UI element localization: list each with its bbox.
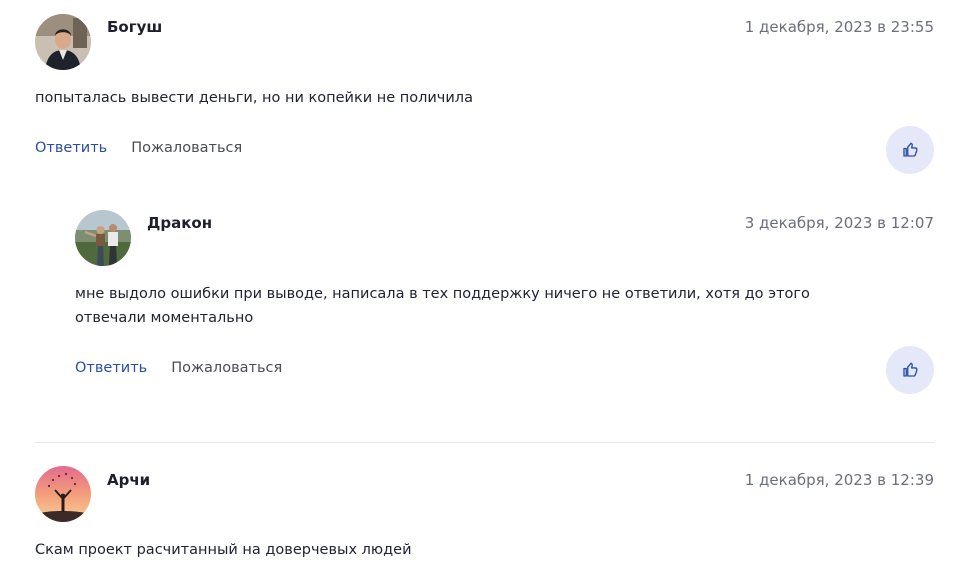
- thumbs-up-icon: [903, 142, 918, 157]
- comment-text: Скам проект расчитанный на доверчевых лю…: [35, 542, 412, 558]
- reply-button[interactable]: Ответить: [75, 360, 147, 376]
- report-button[interactable]: Пожаловаться: [171, 360, 282, 376]
- comment-actions: Ответить Пожаловаться: [35, 140, 242, 156]
- comment-divider: [35, 442, 935, 443]
- like-button[interactable]: [886, 126, 934, 174]
- comment-3: Арчи 1 декабря, 2023 в 12:39 Скам проект…: [0, 460, 965, 559]
- comment-author: Богуш: [107, 18, 163, 36]
- comment-date: 3 декабря, 2023 в 12:07: [744, 214, 934, 232]
- comment-text: мне выдоло ошибки при выводе, написала в…: [75, 286, 810, 326]
- comment-date: 1 декабря, 2023 в 23:55: [744, 18, 934, 36]
- thumbs-up-icon: [903, 362, 918, 377]
- comment-1: Богуш 1 декабря, 2023 в 23:55 попыталась…: [0, 0, 965, 200]
- comment-text: попыталась вывести деньги, но ни копейки…: [35, 90, 473, 106]
- avatar[interactable]: [75, 210, 131, 266]
- reply-button[interactable]: Ответить: [35, 140, 107, 156]
- report-button[interactable]: Пожаловаться: [131, 140, 242, 156]
- avatar[interactable]: [35, 466, 91, 522]
- comment-date: 1 декабря, 2023 в 12:39: [744, 471, 934, 489]
- avatar-photo-couple: [75, 210, 131, 266]
- comment-2-reply: Дракон 3 декабря, 2023 в 12:07 мне выдол…: [0, 200, 965, 420]
- comment-author: Арчи: [107, 471, 151, 489]
- avatar[interactable]: [35, 14, 91, 70]
- comment-author: Дракон: [147, 214, 213, 232]
- avatar-photo-man: [35, 14, 91, 70]
- comment-actions: Ответить Пожаловаться: [75, 360, 282, 376]
- like-button[interactable]: [886, 346, 934, 394]
- avatar-photo-sunset: [35, 466, 91, 522]
